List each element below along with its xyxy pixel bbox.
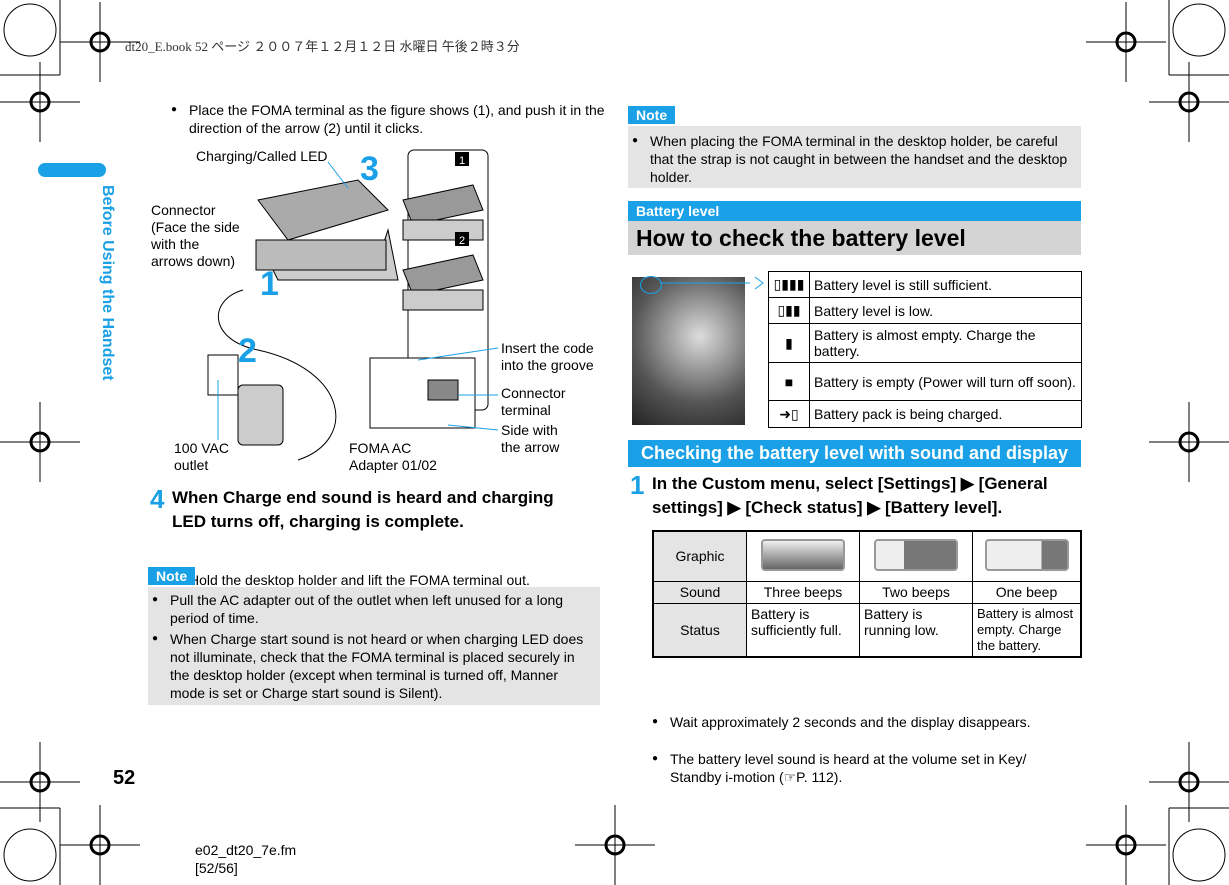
callout-line — [660, 276, 764, 290]
status-cell: Battery is sufficiently full. — [746, 602, 860, 658]
bullet: Wait approximately 2 seconds and the dis… — [648, 713, 1100, 731]
battery-graphic-3-icon — [746, 530, 860, 582]
icon-desc: Battery pack is being charged. — [809, 400, 1082, 428]
indicator-circle — [640, 276, 662, 294]
step-mark-1: 1 — [260, 265, 279, 303]
footer-file: e02_dt20_7e.fm — [195, 842, 297, 858]
note-item: When Charge start sound is not heard or … — [148, 630, 594, 702]
icon-desc: Battery level is low. — [809, 297, 1082, 324]
registration-line — [60, 805, 140, 885]
screen-photo — [632, 277, 745, 425]
status-cell: Battery is running low. — [859, 602, 973, 658]
row-head: Status — [652, 602, 747, 658]
registration-line — [1149, 742, 1229, 822]
sound-cell: Three beeps — [746, 580, 860, 604]
step-1-number: 1 — [630, 470, 645, 500]
battery-sound-table: Graphic Sound Three beeps Two beeps One … — [652, 530, 1082, 658]
note-item: Pull the AC adapter out of the outlet wh… — [148, 591, 594, 627]
label-insert: Insert the code into the groove — [501, 340, 594, 373]
battery-1-icon: ▮ — [768, 323, 810, 363]
intro-bullet: Place the FOMA terminal as the figure sh… — [167, 101, 619, 137]
label-terminal: Connector terminal — [501, 385, 566, 418]
registration-line — [0, 742, 80, 822]
label-adapter: FOMA AC Adapter 01/02 — [349, 440, 437, 473]
subsection-title: Checking the battery level with sound an… — [628, 440, 1081, 467]
book-info: dt20_E.book 52 ページ ２００７年１２月１２日 水曜日 午後２時３… — [125, 39, 520, 54]
battery-graphic-1-icon — [972, 530, 1082, 582]
battery-2-icon: ▯▮▮ — [768, 297, 810, 324]
registration-line — [575, 805, 655, 885]
label-outlet: 100 VAC outlet — [174, 440, 229, 473]
row-head: Sound — [652, 580, 747, 604]
step-4-number: 4 — [150, 484, 165, 514]
icon-desc: Battery is empty (Power will turn off so… — [809, 362, 1082, 401]
svg-text:1: 1 — [459, 155, 465, 167]
registration-line — [1086, 2, 1166, 82]
label-connector: Connector (Face the side with the arrows… — [151, 202, 240, 269]
registration-line — [1086, 805, 1166, 885]
section-title: How to check the battery level — [628, 221, 1081, 255]
sound-cell: Two beeps — [859, 580, 973, 604]
label-led: Charging/Called LED — [196, 148, 328, 164]
footer-pages: [52/56] — [195, 860, 238, 876]
manual-page: dt20_E.book 52 ページ ２００７年１２月１２日 水曜日 午後２時３… — [0, 0, 1229, 885]
note-label: Note — [148, 567, 196, 585]
note-item: When placing the FOMA terminal in the de… — [628, 132, 1075, 186]
side-tab-label: Before Using the Handset — [99, 185, 116, 381]
registration-line — [0, 402, 80, 482]
label-side: Side with the arrow — [501, 422, 560, 455]
registration-line — [1149, 402, 1229, 482]
note-label: Note — [628, 106, 676, 124]
status-cell: Battery is almost empty. Charge the batt… — [972, 602, 1082, 658]
note-box: When placing the FOMA terminal in the de… — [628, 126, 1081, 188]
bullet: The battery level sound is heard at the … — [648, 750, 1080, 786]
step-1-text: In the Custom menu, select [Settings] ▶ … — [652, 474, 1048, 517]
step-mark-2: 2 — [238, 332, 257, 370]
row-head: Graphic — [652, 530, 747, 582]
svg-text:2: 2 — [459, 235, 465, 247]
section-label: Battery level — [628, 201, 1081, 221]
icon-desc: Battery is almost empty. Charge the batt… — [809, 323, 1082, 363]
step-4-text: When Charge end sound is heard and charg… — [172, 488, 554, 531]
step-mark-3: 3 — [360, 150, 379, 188]
registration-line — [1149, 62, 1229, 142]
side-tab-marker — [38, 163, 106, 177]
battery-icon-table: ▯▮▮▮ Battery level is still sufficient. ▯… — [768, 271, 1082, 428]
charging-icon: ➜▯ — [768, 400, 810, 428]
battery-empty-icon: ■ — [768, 362, 810, 401]
battery-3-icon: ▯▮▮▮ — [768, 271, 810, 298]
icon-desc: Battery level is still sufficient. — [809, 271, 1082, 298]
sound-cell: One beep — [972, 580, 1082, 604]
page-number: 52 — [113, 767, 136, 789]
registration-line — [0, 62, 80, 142]
battery-graphic-2-icon — [859, 530, 973, 582]
note-box: Pull the AC adapter out of the outlet wh… — [148, 587, 600, 705]
